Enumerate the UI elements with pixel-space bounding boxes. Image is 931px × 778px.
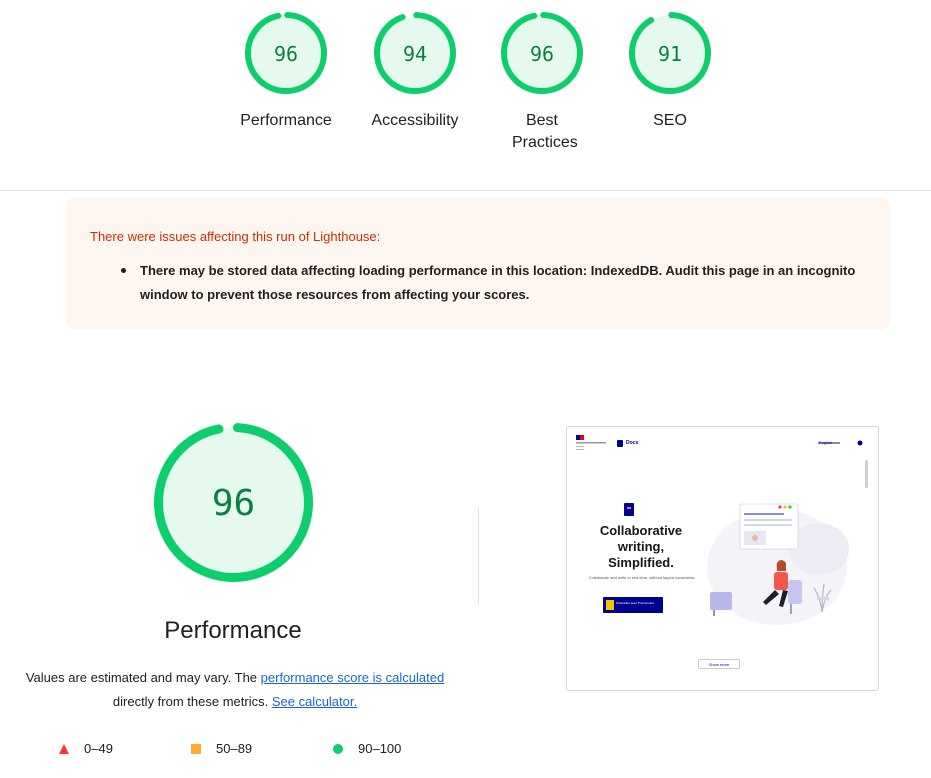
screenshot-show-more: Show more [698,659,740,669]
screenshot-brand: Docs [626,440,639,446]
note-prefix: Values are estimated and may vary. The [25,670,261,685]
headline-line-2: writing, [617,539,665,554]
triangle-icon [59,743,69,754]
screenshot-subtext: Collaborate and write in real time, with… [588,575,696,580]
note-middle: directly from these metrics. [112,694,272,709]
screenshot-cta-label: S'identifier avec ProConnect [616,601,654,605]
performance-title: Performance [164,617,302,644]
legend-range: 90–100 [358,741,402,756]
score-legend: 0–49 50–89 90–100 [58,741,458,761]
performance-big-gauge[interactable]: 96 [151,420,316,590]
gauge-score: 91 [658,42,682,66]
legend-range: 50–89 [216,741,253,756]
warning-list: There may be stored data affecting loadi… [121,259,880,307]
gauge-label: Performance [240,112,332,129]
see-calculator-link[interactable]: See calculator. [272,694,357,709]
section-divider [0,190,931,191]
vertical-divider [478,508,479,604]
legend-fail: 0–49 [58,741,113,756]
gauge-score: 96 [274,42,298,66]
gauge-score: 96 [530,42,554,66]
screenshot-language: English [819,440,833,445]
best-practices-gauge-icon: 96 [501,12,583,95]
performance-gauge-icon: 96 [154,423,313,582]
performance-note: Values are estimated and may vary. The p… [12,666,458,714]
legend-average: 50–89 [190,741,252,756]
gauge-label: SEO [653,112,687,129]
gauge-accessibility[interactable]: 94 Accessibility [360,8,470,132]
square-icon [191,743,201,754]
performance-score-link[interactable]: performance score is calculated [261,670,445,685]
headline-line-1: Collaborative [599,523,683,538]
gauge-label: Best Practices [512,112,578,151]
warning-item: There may be stored data affecting loadi… [121,259,880,307]
gauge-label: Accessibility [371,112,459,129]
gauge-seo[interactable]: 91 SEO [615,8,725,132]
performance-gauge-icon: 96 [245,12,327,95]
performance-score: 96 [212,483,255,524]
gauge-performance[interactable]: 96 Performance [231,8,341,132]
final-screenshot[interactable]: Docs English Collaborative writing, Simp… [566,426,879,691]
legend-range: 0–49 [84,741,113,756]
summary-gauges: 96 Performance 94 Accessibility 96 Best … [0,8,931,183]
legend-pass: 90–100 [332,741,401,756]
headline-line-3: Simplified. [608,555,674,570]
screenshot-headline: Collaborative writing, Simplified. [581,523,701,571]
seo-gauge-icon: 91 [629,12,711,95]
gauge-score: 94 [403,42,427,66]
gauge-best-practices[interactable]: 96 Best Practices [487,8,597,154]
accessibility-gauge-icon: 94 [374,12,456,95]
warning-title: There were issues affecting this run of … [90,229,381,244]
circle-icon [333,743,343,754]
lighthouse-warning-box: There were issues affecting this run of … [66,198,890,329]
